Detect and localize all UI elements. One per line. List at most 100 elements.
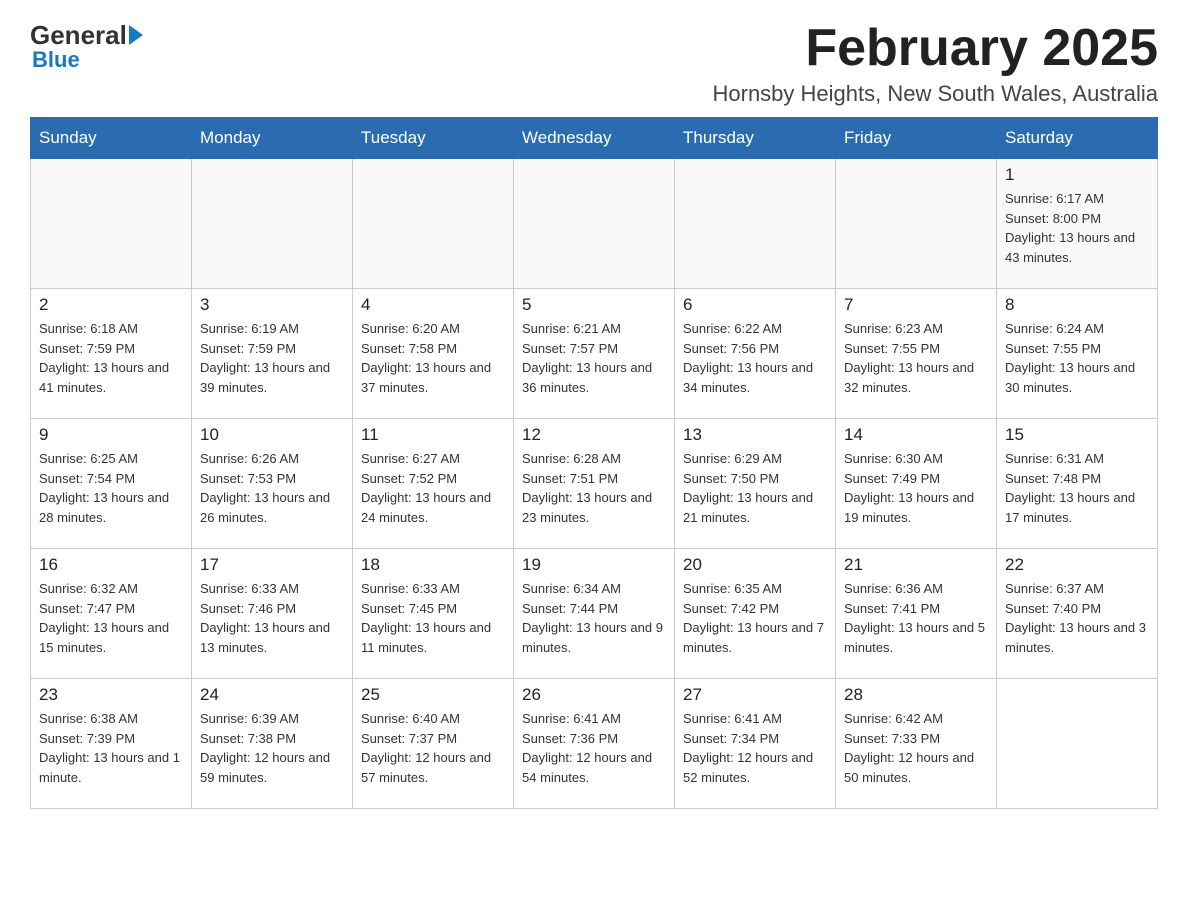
calendar-cell: 14Sunrise: 6:30 AM Sunset: 7:49 PM Dayli… — [836, 419, 997, 549]
day-number: 13 — [683, 425, 827, 445]
calendar-cell: 23Sunrise: 6:38 AM Sunset: 7:39 PM Dayli… — [31, 679, 192, 809]
calendar-cell: 3 Sunrise: 6:19 AM Sunset: 7:59 PM Daylig… — [192, 289, 353, 419]
page-header: General Blue February 2025 Hornsby Heigh… — [30, 20, 1158, 107]
day-number: 16 — [39, 555, 183, 575]
calendar-cell: 9 Sunrise: 6:25 AM Sunset: 7:54 PM Daylig… — [31, 419, 192, 549]
day-number: 6 — [683, 295, 827, 315]
calendar-week-row: 16 Sunrise: 6:32 AM Sunset: 7:47 PM Dayli… — [31, 549, 1158, 679]
day-number: 15 — [1005, 425, 1149, 445]
calendar-cell: 19 Sunrise: 6:34 AM Sunset: 7:44 PM Dayli… — [514, 549, 675, 679]
calendar-week-row: 23Sunrise: 6:38 AM Sunset: 7:39 PM Dayli… — [31, 679, 1158, 809]
day-info: Sunrise: 6:34 AM Sunset: 7:44 PM Dayligh… — [522, 579, 666, 657]
weekday-header-saturday: Saturday — [997, 118, 1158, 159]
calendar-cell: 7Sunrise: 6:23 AM Sunset: 7:55 PM Daylig… — [836, 289, 997, 419]
calendar-cell: 25 Sunrise: 6:40 AM Sunset: 7:37 PM Dayli… — [353, 679, 514, 809]
calendar-cell: 13 Sunrise: 6:29 AM Sunset: 7:50 PM Dayli… — [675, 419, 836, 549]
month-title: February 2025 — [713, 20, 1159, 77]
calendar-cell — [31, 159, 192, 289]
calendar-cell: 16 Sunrise: 6:32 AM Sunset: 7:47 PM Dayli… — [31, 549, 192, 679]
day-number: 9 — [39, 425, 183, 445]
weekday-header-wednesday: Wednesday — [514, 118, 675, 159]
calendar-cell: 5 Sunrise: 6:21 AM Sunset: 7:57 PM Daylig… — [514, 289, 675, 419]
day-number: 7 — [844, 295, 988, 315]
calendar-cell — [836, 159, 997, 289]
day-info: Sunrise: 6:36 AM Sunset: 7:41 PM Dayligh… — [844, 579, 988, 657]
calendar-cell: 4Sunrise: 6:20 AM Sunset: 7:58 PM Daylig… — [353, 289, 514, 419]
day-number: 10 — [200, 425, 344, 445]
day-number: 12 — [522, 425, 666, 445]
day-info: Sunrise: 6:31 AM Sunset: 7:48 PM Dayligh… — [1005, 449, 1149, 527]
day-number: 19 — [522, 555, 666, 575]
calendar-cell: 8 Sunrise: 6:24 AM Sunset: 7:55 PM Daylig… — [997, 289, 1158, 419]
calendar-week-row: 2 Sunrise: 6:18 AM Sunset: 7:59 PM Daylig… — [31, 289, 1158, 419]
calendar-cell — [675, 159, 836, 289]
day-info: Sunrise: 6:35 AM Sunset: 7:42 PM Dayligh… — [683, 579, 827, 657]
day-info: Sunrise: 6:41 AM Sunset: 7:36 PM Dayligh… — [522, 709, 666, 787]
calendar-week-row: 9 Sunrise: 6:25 AM Sunset: 7:54 PM Daylig… — [31, 419, 1158, 549]
day-info: Sunrise: 6:39 AM Sunset: 7:38 PM Dayligh… — [200, 709, 344, 787]
day-info: Sunrise: 6:21 AM Sunset: 7:57 PM Dayligh… — [522, 319, 666, 397]
logo-arrow-icon — [129, 25, 143, 45]
day-number: 3 — [200, 295, 344, 315]
day-info: Sunrise: 6:33 AM Sunset: 7:45 PM Dayligh… — [361, 579, 505, 657]
day-info: Sunrise: 6:26 AM Sunset: 7:53 PM Dayligh… — [200, 449, 344, 527]
day-info: Sunrise: 6:32 AM Sunset: 7:47 PM Dayligh… — [39, 579, 183, 657]
day-info: Sunrise: 6:37 AM Sunset: 7:40 PM Dayligh… — [1005, 579, 1149, 657]
day-number: 24 — [200, 685, 344, 705]
calendar-cell: 17 Sunrise: 6:33 AM Sunset: 7:46 PM Dayli… — [192, 549, 353, 679]
calendar-table: SundayMondayTuesdayWednesdayThursdayFrid… — [30, 117, 1158, 809]
day-info: Sunrise: 6:41 AM Sunset: 7:34 PM Dayligh… — [683, 709, 827, 787]
day-number: 17 — [200, 555, 344, 575]
day-info: Sunrise: 6:38 AM Sunset: 7:39 PM Dayligh… — [39, 709, 183, 787]
calendar-cell: 11 Sunrise: 6:27 AM Sunset: 7:52 PM Dayli… — [353, 419, 514, 549]
weekday-header-friday: Friday — [836, 118, 997, 159]
day-info: Sunrise: 6:42 AM Sunset: 7:33 PM Dayligh… — [844, 709, 988, 787]
day-info: Sunrise: 6:30 AM Sunset: 7:49 PM Dayligh… — [844, 449, 988, 527]
calendar-cell — [514, 159, 675, 289]
day-number: 2 — [39, 295, 183, 315]
location-title: Hornsby Heights, New South Wales, Austra… — [713, 81, 1159, 107]
calendar-cell: 6 Sunrise: 6:22 AM Sunset: 7:56 PM Daylig… — [675, 289, 836, 419]
day-info: Sunrise: 6:40 AM Sunset: 7:37 PM Dayligh… — [361, 709, 505, 787]
calendar-cell: 28 Sunrise: 6:42 AM Sunset: 7:33 PM Dayli… — [836, 679, 997, 809]
day-number: 25 — [361, 685, 505, 705]
day-info: Sunrise: 6:33 AM Sunset: 7:46 PM Dayligh… — [200, 579, 344, 657]
day-info: Sunrise: 6:27 AM Sunset: 7:52 PM Dayligh… — [361, 449, 505, 527]
day-number: 26 — [522, 685, 666, 705]
calendar-cell: 12 Sunrise: 6:28 AM Sunset: 7:51 PM Dayli… — [514, 419, 675, 549]
weekday-header-sunday: Sunday — [31, 118, 192, 159]
calendar-cell: 27 Sunrise: 6:41 AM Sunset: 7:34 PM Dayli… — [675, 679, 836, 809]
day-info: Sunrise: 6:25 AM Sunset: 7:54 PM Dayligh… — [39, 449, 183, 527]
day-number: 11 — [361, 425, 505, 445]
calendar-cell: 22Sunrise: 6:37 AM Sunset: 7:40 PM Dayli… — [997, 549, 1158, 679]
weekday-header-monday: Monday — [192, 118, 353, 159]
calendar-cell: 10 Sunrise: 6:26 AM Sunset: 7:53 PM Dayli… — [192, 419, 353, 549]
day-number: 28 — [844, 685, 988, 705]
day-number: 5 — [522, 295, 666, 315]
weekday-header-tuesday: Tuesday — [353, 118, 514, 159]
calendar-cell: 21 Sunrise: 6:36 AM Sunset: 7:41 PM Dayli… — [836, 549, 997, 679]
day-info: Sunrise: 6:18 AM Sunset: 7:59 PM Dayligh… — [39, 319, 183, 397]
calendar-cell: 1Sunrise: 6:17 AM Sunset: 8:00 PM Daylig… — [997, 159, 1158, 289]
day-number: 27 — [683, 685, 827, 705]
day-number: 8 — [1005, 295, 1149, 315]
logo-blue-text: Blue — [32, 47, 80, 73]
calendar-cell — [192, 159, 353, 289]
day-number: 20 — [683, 555, 827, 575]
day-info: Sunrise: 6:24 AM Sunset: 7:55 PM Dayligh… — [1005, 319, 1149, 397]
calendar-cell: 18 Sunrise: 6:33 AM Sunset: 7:45 PM Dayli… — [353, 549, 514, 679]
calendar-cell: 20 Sunrise: 6:35 AM Sunset: 7:42 PM Dayli… — [675, 549, 836, 679]
day-info: Sunrise: 6:22 AM Sunset: 7:56 PM Dayligh… — [683, 319, 827, 397]
day-number: 18 — [361, 555, 505, 575]
calendar-cell: 26 Sunrise: 6:41 AM Sunset: 7:36 PM Dayli… — [514, 679, 675, 809]
calendar-cell — [353, 159, 514, 289]
day-info: Sunrise: 6:29 AM Sunset: 7:50 PM Dayligh… — [683, 449, 827, 527]
calendar-cell: 15 Sunrise: 6:31 AM Sunset: 7:48 PM Dayli… — [997, 419, 1158, 549]
day-info: Sunrise: 6:19 AM Sunset: 7:59 PM Dayligh… — [200, 319, 344, 397]
day-info: Sunrise: 6:28 AM Sunset: 7:51 PM Dayligh… — [522, 449, 666, 527]
calendar-header-row: SundayMondayTuesdayWednesdayThursdayFrid… — [31, 118, 1158, 159]
day-number: 21 — [844, 555, 988, 575]
calendar-cell: 2 Sunrise: 6:18 AM Sunset: 7:59 PM Daylig… — [31, 289, 192, 419]
day-info: Sunrise: 6:20 AM Sunset: 7:58 PM Dayligh… — [361, 319, 505, 397]
day-number: 1 — [1005, 165, 1149, 185]
